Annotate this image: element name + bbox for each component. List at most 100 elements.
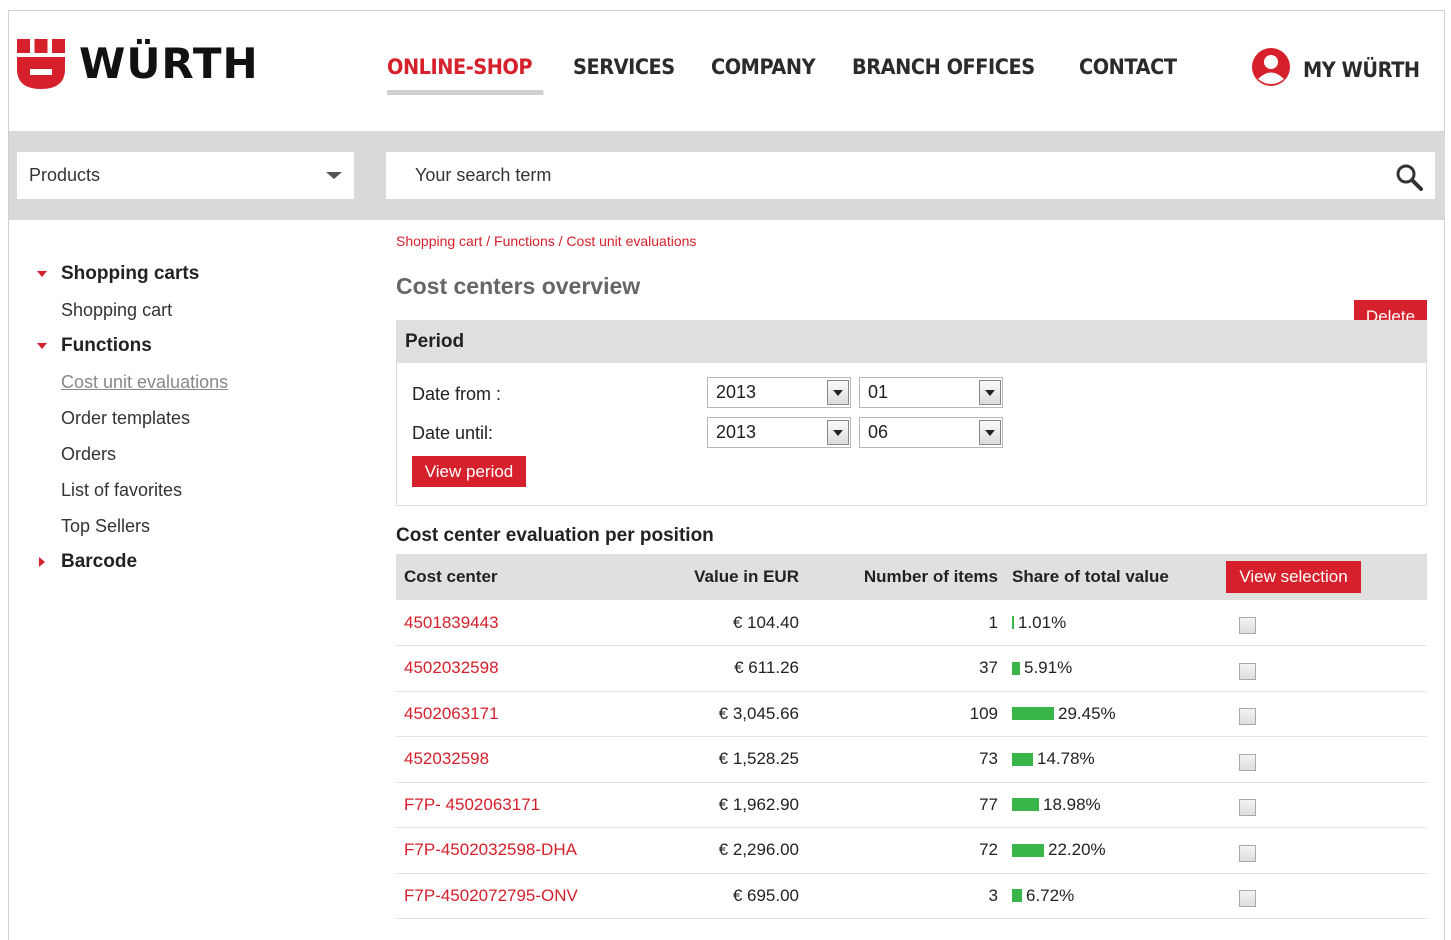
share-value: 22.20% (1048, 840, 1106, 860)
nav-contact[interactable]: CONTACT (1079, 55, 1177, 79)
share-cell: 14.78% (1012, 749, 1224, 769)
expanded-arrow-icon (37, 271, 47, 277)
main-nav: ONLINE-SHOP SERVICES COMPANY BRANCH OFFI… (387, 55, 1213, 95)
sidebar: Shopping carts Shopping cart Functions C… (9, 256, 369, 580)
value-cell: € 104.40 (656, 600, 799, 646)
sidebar-group-label: Shopping carts (61, 263, 200, 284)
date-from-year-select[interactable]: 2013 (707, 377, 851, 408)
column-header-number-of-items: Number of items (863, 567, 998, 586)
cost-center-link[interactable]: 452032598 (404, 749, 489, 768)
wurth-logo-text: WÜRTH (79, 39, 259, 88)
date-until-month-value: 06 (868, 422, 889, 442)
column-header-cost-center: Cost center (404, 567, 498, 586)
share-value: 1.01% (1018, 612, 1067, 632)
share-cell: 22.20% (1012, 840, 1224, 860)
dropdown-arrow-icon (979, 380, 1001, 405)
row-select-checkbox[interactable] (1239, 799, 1256, 817)
dropdown-arrow-icon (979, 420, 1001, 445)
cost-center-link[interactable]: F7P-4502032598-DHA (404, 840, 577, 859)
sidebar-group-label: Functions (61, 335, 152, 356)
date-until-label: Date until: (412, 423, 494, 443)
sidebar-item-cost-unit-evaluations[interactable]: Cost unit evaluations (9, 364, 369, 400)
row-select-checkbox[interactable] (1239, 753, 1256, 771)
dropdown-arrow-icon (827, 380, 849, 405)
sidebar-group-shopping-carts[interactable]: Shopping carts (9, 256, 369, 292)
share-bar (1012, 889, 1022, 903)
share-bar (1012, 843, 1044, 857)
date-from-month-value: 01 (868, 382, 889, 402)
items-cell: 72 (799, 827, 998, 874)
nav-online-shop[interactable]: ONLINE-SHOP (387, 55, 543, 95)
sidebar-item-order-templates[interactable]: Order templates (9, 400, 369, 436)
value-cell: € 3,045.66 (656, 691, 799, 737)
view-period-button[interactable]: View period (412, 456, 526, 487)
breadcrumb[interactable]: Shopping cart / Functions / Cost unit ev… (396, 233, 696, 249)
table-row: F7P- 4502063171 € 1,962.90 77 18.98% (396, 782, 1427, 828)
wurth-logo[interactable]: WÜRTH (17, 39, 259, 89)
value-cell: € 1,528.25 (656, 736, 799, 783)
evaluation-heading: Cost center evaluation per position (396, 525, 714, 546)
date-until-month-select[interactable]: 06 (859, 417, 1003, 448)
value-cell: € 611.26 (656, 645, 799, 692)
cost-center-link[interactable]: F7P-4502072795-ONV (404, 886, 578, 905)
date-from-year-value: 2013 (716, 382, 757, 402)
sidebar-group-barcode[interactable]: Barcode (9, 544, 369, 580)
search-bar: Products (9, 131, 1445, 220)
date-until-year-value: 2013 (716, 422, 757, 442)
share-bar (1012, 707, 1054, 721)
date-until-year-select[interactable]: 2013 (707, 417, 851, 448)
cost-center-link[interactable]: 4501839443 (404, 613, 499, 632)
date-from-month-select[interactable]: 01 (859, 377, 1003, 408)
nav-branch-offices[interactable]: BRANCH OFFICES (852, 55, 1035, 79)
sidebar-group-functions[interactable]: Functions (9, 328, 369, 364)
items-cell: 37 (799, 645, 998, 692)
share-value: 29.45% (1058, 703, 1116, 723)
column-header-value: Value in EUR (694, 567, 799, 586)
product-category-select[interactable]: Products (17, 152, 354, 199)
share-cell: 1.01% (1012, 613, 1224, 633)
collapsed-arrow-icon (39, 557, 45, 567)
share-cell: 6.72% (1012, 886, 1224, 906)
row-select-checkbox[interactable] (1239, 708, 1256, 726)
share-value: 14.78% (1037, 749, 1095, 769)
search-icon[interactable] (1395, 163, 1423, 196)
sidebar-item-top-sellers[interactable]: Top Sellers (9, 508, 369, 544)
table-row: 4501839443 € 104.40 1 1.01% (396, 600, 1427, 646)
value-cell: € 1,962.90 (656, 782, 799, 828)
row-select-checkbox[interactable] (1239, 890, 1256, 908)
share-bar (1012, 661, 1020, 675)
my-wurth-link[interactable]: MY WÜRTH (1251, 47, 1430, 92)
items-cell: 73 (799, 736, 998, 783)
date-from-label: Date from : (412, 384, 502, 404)
chevron-down-icon (326, 172, 342, 179)
sidebar-item-orders[interactable]: Orders (9, 436, 369, 472)
row-select-checkbox[interactable] (1239, 662, 1256, 680)
page-frame: WÜRTH ONLINE-SHOP SERVICES COMPANY BRANC… (8, 10, 1445, 940)
search-input[interactable] (386, 152, 1435, 199)
share-cell: 18.98% (1012, 795, 1224, 815)
share-bar (1012, 798, 1039, 812)
my-wurth-label: MY WÜRTH (1303, 57, 1420, 82)
cost-center-link[interactable]: 4502063171 (404, 704, 499, 723)
value-cell: € 695.00 (656, 873, 799, 919)
nav-company[interactable]: COMPANY (711, 55, 816, 79)
share-value: 6.72% (1026, 885, 1075, 905)
value-cell: € 2,296.00 (656, 827, 799, 874)
cost-center-table: Cost center Value in EUR Number of items… (396, 554, 1427, 919)
share-cell: 5.91% (1012, 658, 1224, 678)
table-row: 4502063171 € 3,045.66 109 29.45% (396, 691, 1427, 737)
share-bar (1012, 752, 1033, 766)
sidebar-item-list-of-favorites[interactable]: List of favorites (9, 472, 369, 508)
cost-center-link[interactable]: 4502032598 (404, 658, 499, 677)
table-header-row: Cost center Value in EUR Number of items… (396, 554, 1427, 600)
expanded-arrow-icon (37, 343, 47, 349)
nav-services[interactable]: SERVICES (573, 55, 675, 79)
share-cell: 29.45% (1012, 704, 1224, 724)
sidebar-item-shopping-cart[interactable]: Shopping cart (9, 292, 369, 328)
cost-center-link[interactable]: F7P- 4502063171 (404, 795, 540, 814)
column-header-share: Share of total value (1012, 567, 1169, 586)
row-select-checkbox[interactable] (1239, 844, 1256, 862)
view-selection-button[interactable]: View selection (1226, 561, 1361, 593)
table-row: F7P-4502072795-ONV € 695.00 3 6.72% (396, 873, 1427, 919)
row-select-checkbox[interactable] (1239, 617, 1256, 634)
